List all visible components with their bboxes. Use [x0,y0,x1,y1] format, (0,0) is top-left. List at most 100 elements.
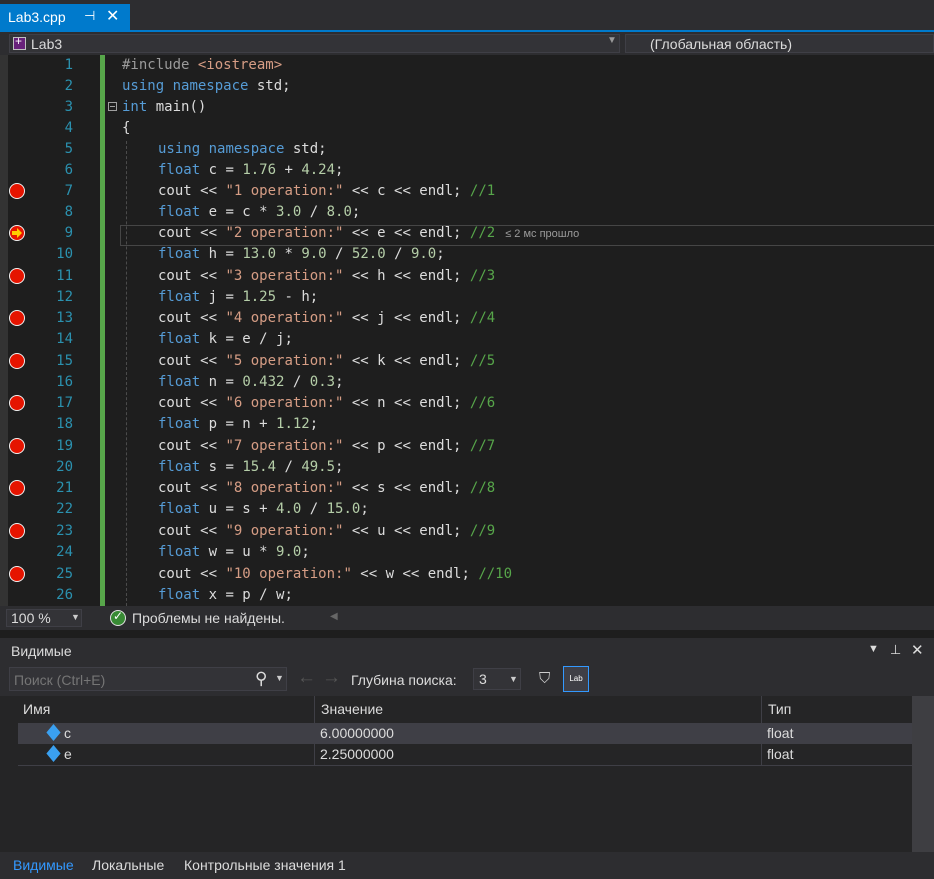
code-text[interactable]: float x = p / w; [158,585,293,606]
code-text[interactable]: cout << "7 operation:" << p << endl; //7 [158,436,495,457]
zoom-level: 100 % [11,610,51,626]
vertical-scrollbar[interactable] [912,696,934,852]
code-text[interactable]: { [122,118,130,139]
zoom-dropdown[interactable]: 100 % ▼ [6,609,82,627]
panel-tab-strip: Видимые Локальные Контрольные значения 1 [0,852,934,879]
line-number: 2 [64,78,73,94]
column-divider[interactable] [314,696,315,723]
tab-locals[interactable]: Локальные [92,857,164,873]
code-editor[interactable]: 1 #include <iostream> 2 using namespace … [0,55,934,606]
tab-title[interactable]: Lab3.cpp [8,9,66,25]
problems-status[interactable]: Проблемы не найдены. [132,610,285,626]
code-text[interactable]: cout << "1 operation:" << c << endl; //1 [158,181,495,202]
column-divider[interactable] [761,696,762,723]
tab-autos[interactable]: Видимые [13,857,74,873]
breakpoint-icon[interactable] [9,523,25,539]
code-text[interactable]: float k = e / j; [158,329,293,350]
code-text[interactable]: float w = u * 9.0; [158,542,310,563]
filter-icon[interactable]: ⛉ [539,670,550,687]
code-line: 21 cout << "8 operation:" << s << endl; … [0,478,934,499]
hex-display-toggle[interactable]: Lab [563,666,589,692]
cell-divider [761,744,762,765]
breakpoint-icon[interactable] [9,353,25,369]
code-line: 10 float h = 13.0 * 9.0 / 52.0 / 9.0; [0,244,934,265]
code-text[interactable]: cout << "5 operation:" << k << endl; //5 [158,351,495,372]
code-text[interactable]: int main() [122,97,206,118]
code-line: 20 float s = 15.4 / 49.5; [0,457,934,478]
collapse-icon[interactable] [108,102,117,111]
table-row[interactable]: c 6.00000000 float [18,723,912,744]
back-arrow-icon[interactable]: ← [297,667,316,689]
panel-header: Видимые ▼ ⊥ ✕ [0,638,934,664]
variable-value[interactable]: 6.00000000 [320,725,394,741]
line-number: 24 [56,544,73,560]
line-number: 3 [64,99,73,115]
column-header-value[interactable]: Значение [321,701,383,717]
code-text[interactable]: float e = c * 3.0 / 8.0; [158,202,360,223]
variables-grid: Имя Значение Тип c 6.00000000 float e 2.… [8,696,912,852]
variable-type: float [767,746,794,762]
window-menu-icon[interactable]: ▼ [868,643,879,655]
breakpoint-icon[interactable] [9,566,25,582]
code-line: 16 float n = 0.432 / 0.3; [0,372,934,393]
pin-icon[interactable]: ⊣ [84,8,95,24]
code-text[interactable]: cout << "9 operation:" << u << endl; //9 [158,521,495,542]
chevron-down-icon[interactable]: ▼ [71,612,80,622]
tab-lab3-cpp[interactable]: Lab3.cpp ⊣ ✕ [0,4,130,30]
breakpoint-icon[interactable] [9,268,25,284]
scope-dropdown[interactable]: (Глобальная область) [625,34,934,53]
breakpoint-icon[interactable] [9,183,25,199]
search-depth-dropdown[interactable]: 3 ▼ [473,668,521,690]
chevron-down-icon[interactable]: ▼ [607,35,617,46]
code-text[interactable]: float p = n + 1.12; [158,414,318,435]
code-text[interactable]: using namespace std; [158,139,327,160]
pin-icon[interactable]: ⊥ [890,642,901,658]
code-text[interactable]: using namespace std; [122,76,291,97]
code-text[interactable]: cout << "8 operation:" << s << endl; //8 [158,478,495,499]
table-row[interactable]: e 2.25000000 float [18,744,912,766]
code-text[interactable]: float n = 0.432 / 0.3; [158,372,344,393]
breakpoint-icon[interactable] [9,310,25,326]
scroll-left-icon[interactable]: ◀ [330,611,338,622]
line-number: 12 [56,289,73,305]
breakpoint-icon[interactable] [9,225,25,241]
line-number: 13 [56,310,73,326]
chevron-down-icon[interactable]: ▼ [509,674,518,684]
breakpoint-icon[interactable] [9,438,25,454]
chevron-down-icon[interactable]: ▼ [275,673,284,683]
document-tab-bar: Lab3.cpp ⊣ ✕ [0,0,934,30]
code-text[interactable]: #include <iostream> [122,55,282,76]
code-text[interactable]: cout << "6 operation:" << n << endl; //6 [158,393,495,414]
close-icon[interactable]: ✕ [911,641,924,659]
line-number: 17 [56,395,73,411]
editor-status-bar: 100 % ▼ Проблемы не найдены. ◀ [0,606,934,630]
close-icon[interactable]: ✕ [106,6,119,26]
code-text[interactable]: cout << "3 operation:" << h << endl; //3 [158,266,495,287]
forward-arrow-icon[interactable]: → [322,667,341,689]
tab-watch-1[interactable]: Контрольные значения 1 [184,857,346,873]
code-text[interactable]: float j = 1.25 - h; [158,287,318,308]
variable-value[interactable]: 2.25000000 [320,746,394,762]
line-number: 20 [56,459,73,475]
column-header-type[interactable]: Тип [768,701,791,717]
code-text[interactable]: cout << "2 operation:" << e << endl; //2… [158,223,579,245]
search-box[interactable]: ⚲ ▼ [9,667,287,692]
code-text[interactable]: float h = 13.0 * 9.0 / 52.0 / 9.0; [158,244,445,265]
code-text[interactable]: cout << "10 operation:" << w << endl; //… [158,564,512,585]
line-number: 9 [64,225,73,241]
search-icon[interactable]: ⚲ [255,669,267,689]
search-input[interactable] [10,668,256,692]
column-header-name[interactable]: Имя [23,701,50,717]
cell-divider [314,744,315,765]
code-text[interactable]: float c = 1.76 + 4.24; [158,160,343,181]
breakpoint-icon[interactable] [9,395,25,411]
line-number: 25 [56,566,73,582]
line-number: 11 [56,268,73,284]
code-line: 12 float j = 1.25 - h; [0,287,934,308]
code-text[interactable]: cout << "4 operation:" << j << endl; //4 [158,308,495,329]
code-text[interactable]: float u = s + 4.0 / 15.0; [158,499,369,520]
project-dropdown[interactable]: Lab3 ▼ [9,34,620,53]
breakpoint-icon[interactable] [9,480,25,496]
variable-icon [46,745,61,762]
code-text[interactable]: float s = 15.4 / 49.5; [158,457,343,478]
